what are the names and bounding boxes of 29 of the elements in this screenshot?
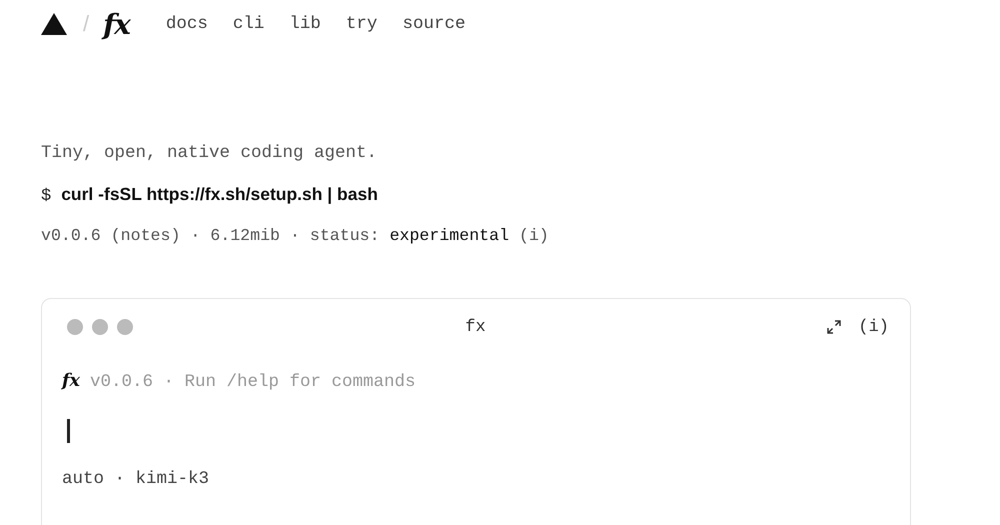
install-command: curl -fsSL https://fx.sh/setup.sh | bash [61,184,378,205]
meta-text: status: [310,226,380,245]
shell-prompt: $ [41,187,52,206]
window-dot[interactable] [117,319,133,335]
meta-text: 6.12mib [210,226,280,245]
banner-text: v0.0.6 · Run /help for commands [90,372,416,392]
nav-link[interactable]: lib [289,14,321,34]
meta-text: v0.0.6 [41,226,101,245]
logo-separator: / [83,11,90,37]
window-title: fx [465,318,486,336]
tagline: Tiny, open, native coding agent. [41,142,378,165]
window-dot[interactable] [67,319,83,335]
nav-link[interactable]: docs [166,14,208,34]
info-button[interactable]: (i) [858,318,889,336]
nav-link[interactable]: try [346,14,378,34]
nav-link[interactable]: cli [232,14,264,34]
text-cursor[interactable] [67,419,70,443]
meta-text: · [290,226,300,245]
meta-text: · [190,226,200,245]
fx-logo[interactable]: fx [103,8,130,40]
meta-link[interactable]: (notes) [110,226,180,245]
brand-label: fx [62,371,80,391]
expand-icon[interactable] [826,319,842,335]
window-dot[interactable] [92,319,108,335]
nav-link[interactable]: source [402,14,466,34]
status-value: experimental [390,226,510,245]
model-status: auto · kimi-k3 [62,469,210,489]
meta-link[interactable]: (i) [519,226,549,245]
triangle-logo-icon[interactable] [41,13,67,35]
